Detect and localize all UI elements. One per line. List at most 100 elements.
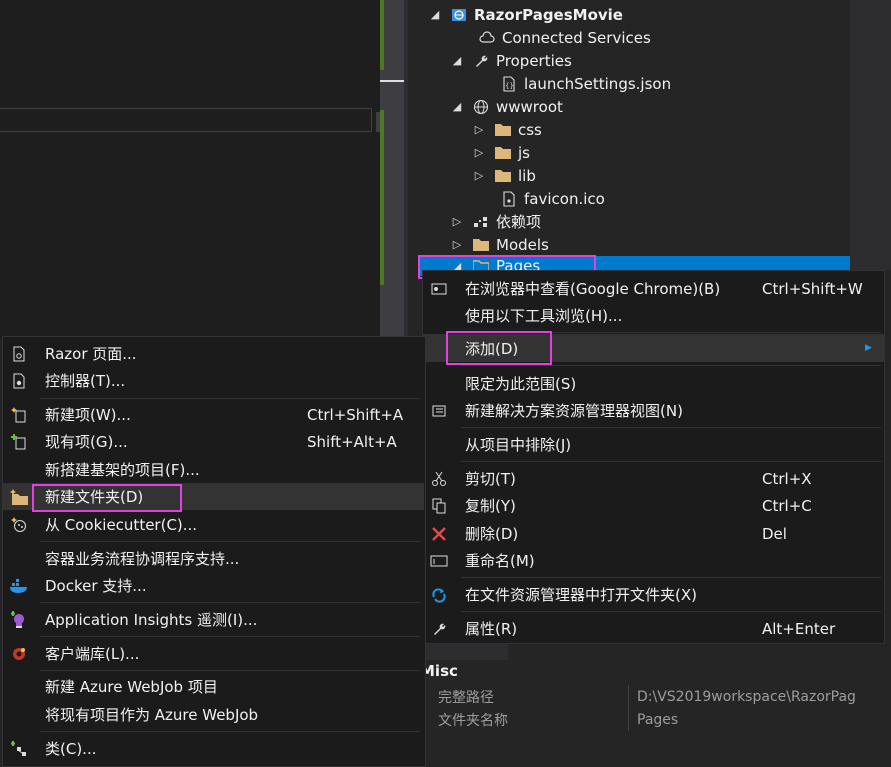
tree-item-favicon[interactable]: favicon.ico <box>500 187 605 210</box>
property-row[interactable]: 文件夹名称 Pages <box>430 708 891 731</box>
folder-icon <box>494 122 512 138</box>
menu-item-label: 复制(Y) <box>465 497 516 515</box>
app-insights-icon <box>9 610 29 630</box>
tree-item-js[interactable]: ▷ js <box>472 141 530 164</box>
menu-separator <box>461 365 881 366</box>
menu-item-scope-to-this[interactable]: 限定为此范围(S) <box>423 370 884 397</box>
editor-navigation-bar[interactable] <box>0 108 372 132</box>
menu-item-shortcut: Shift+Alt+A <box>307 432 397 451</box>
tree-item-label: favicon.ico <box>524 189 605 208</box>
new-item-icon <box>9 405 29 425</box>
collapsed-arrow-icon[interactable]: ▷ <box>472 146 486 159</box>
menu-item-client-library[interactable]: 客户端库(L)... <box>3 640 424 667</box>
collapsed-arrow-icon[interactable]: ▷ <box>450 215 464 228</box>
docker-icon <box>9 576 29 596</box>
annotation-outline-new-folder <box>32 484 182 512</box>
wrench-icon <box>429 619 449 639</box>
menu-item-delete[interactable]: 删除(D) Del <box>423 520 884 547</box>
menu-item-label: 属性(R) <box>465 620 518 638</box>
folder-icon <box>494 145 512 161</box>
menu-item-existing-item[interactable]: 现有项(G)... Shift+Alt+A <box>3 428 424 455</box>
globe-icon <box>472 99 490 115</box>
property-value: Pages <box>637 711 679 728</box>
menu-item-label: 新建项(W)... <box>45 406 131 424</box>
menu-item-new-item[interactable]: 新建项(W)... Ctrl+Shift+A <box>3 401 424 428</box>
tree-item-dependencies[interactable]: ▷ 依赖项 <box>450 210 541 233</box>
menu-item-label: 从 Cookiecutter(C)... <box>45 516 198 534</box>
web-project-icon <box>450 7 468 23</box>
project-name: RazorPagesMovie <box>474 5 623 24</box>
menu-item-label: 限定为此范围(S) <box>465 375 577 393</box>
menu-item-orchestrator-support[interactable]: 容器业务流程协调程序支持... <box>3 545 424 572</box>
menu-item-new-view[interactable]: 新建解决方案资源管理器视图(N) <box>423 397 884 424</box>
tree-item-models[interactable]: ▷ Models <box>450 233 549 256</box>
menu-item-label: 重命名(M) <box>465 552 535 570</box>
menu-item-docker-support[interactable]: Docker 支持... <box>3 572 424 599</box>
menu-item-properties[interactable]: 属性(R) Alt+Enter <box>423 615 884 642</box>
menu-item-new-webjob-project[interactable]: 新建 Azure WebJob 项目 <box>3 673 424 700</box>
tree-item-project[interactable]: ◢ RazorPagesMovie <box>428 3 623 26</box>
tree-item-label: Models <box>496 235 549 254</box>
connected-services-icon <box>478 30 496 46</box>
tree-item-label: Properties <box>496 51 572 70</box>
tree-item-wwwroot[interactable]: ◢ wwwroot <box>450 95 563 118</box>
menu-item-class[interactable]: 类(C)... <box>3 735 424 762</box>
menu-item-new-scaffolded-item[interactable]: 新搭建基架的项目(F)... <box>3 456 424 483</box>
submenu-arrow-icon: ▶ <box>865 343 872 353</box>
menu-item-open-in-explorer[interactable]: 在文件资源管理器中打开文件夹(X) <box>423 581 884 608</box>
svg-text:{}: {} <box>505 82 514 90</box>
tree-item-lib[interactable]: ▷ lib <box>472 164 536 187</box>
menu-item-existing-as-webjob[interactable]: 将现有项目作为 Azure WebJob <box>3 701 424 728</box>
menu-item-exclude[interactable]: 从项目中排除(J) <box>423 431 884 458</box>
tree-item-css[interactable]: ▷ css <box>472 118 542 141</box>
menu-item-application-insights[interactable]: Application Insights 遥测(I)... <box>3 606 424 633</box>
tree-item-label: css <box>518 120 542 139</box>
menu-item-shortcut: Del <box>762 524 787 543</box>
menu-item-label: Application Insights 遥测(I)... <box>45 611 258 629</box>
menu-item-shortcut: Ctrl+Shift+W <box>762 279 863 298</box>
menu-item-label: Razor 页面... <box>45 345 137 363</box>
menu-item-shortcut: Ctrl+X <box>762 469 812 488</box>
rename-icon <box>429 551 449 571</box>
menu-separator <box>40 541 420 542</box>
change-marker <box>380 0 384 70</box>
client-library-icon <box>9 644 29 664</box>
menu-item-razor-page[interactable]: Razor 页面... <box>3 340 424 367</box>
menu-item-label: 剪切(T) <box>465 470 516 488</box>
code-editor-area[interactable] <box>0 0 380 340</box>
menu-item-browse-with[interactable]: 使用以下工具浏览(H)... <box>423 302 884 329</box>
folder-icon <box>472 237 490 253</box>
property-value: D:\VS2019workspace\RazorPag <box>637 688 856 705</box>
menu-item-label: 在浏览器中查看(Google Chrome)(B) <box>465 280 721 298</box>
menu-item-cut[interactable]: 剪切(T) Ctrl+X <box>423 465 884 492</box>
menu-item-view-in-browser[interactable]: 在浏览器中查看(Google Chrome)(B) Ctrl+Shift+W <box>423 275 884 302</box>
menu-separator <box>40 670 420 671</box>
expanded-arrow-icon[interactable]: ◢ <box>428 8 442 21</box>
menu-item-controller[interactable]: 控制器(T)... <box>3 367 424 394</box>
property-row[interactable]: 完整路径 D:\VS2019workspace\RazorPag <box>430 685 891 708</box>
menu-item-copy[interactable]: 复制(Y) Ctrl+C <box>423 492 884 519</box>
collapsed-arrow-icon[interactable]: ▷ <box>472 169 486 182</box>
menu-item-label: 新建 Azure WebJob 项目 <box>45 678 218 696</box>
menu-separator <box>461 461 881 462</box>
expanded-arrow-icon[interactable]: ◢ <box>450 100 464 113</box>
menu-separator <box>461 577 881 578</box>
menu-item-label: 使用以下工具浏览(H)... <box>465 307 623 325</box>
menu-item-rename[interactable]: 重命名(M) <box>423 547 884 574</box>
tree-item-label: lib <box>518 166 536 185</box>
tree-item-properties[interactable]: ◢ Properties <box>450 49 572 72</box>
menu-separator <box>461 611 881 612</box>
menu-item-label: 类(C)... <box>45 740 97 758</box>
expanded-arrow-icon[interactable]: ◢ <box>450 54 464 67</box>
menu-item-cookiecutter[interactable]: 从 Cookiecutter(C)... <box>3 511 424 538</box>
solution-explorer-scrollbar[interactable] <box>850 0 891 270</box>
collapsed-arrow-icon[interactable]: ▷ <box>450 238 464 251</box>
cut-icon <box>429 469 449 489</box>
tree-item-launchsettings[interactable]: {} launchSettings.json <box>500 72 671 95</box>
tree-item-label: Connected Services <box>502 28 651 47</box>
collapsed-arrow-icon[interactable]: ▷ <box>472 123 486 136</box>
existing-item-icon <box>9 432 29 452</box>
cookiecutter-icon <box>9 515 29 535</box>
tree-item-connected-services[interactable]: Connected Services <box>478 26 651 49</box>
tree-item-label: js <box>518 143 530 162</box>
